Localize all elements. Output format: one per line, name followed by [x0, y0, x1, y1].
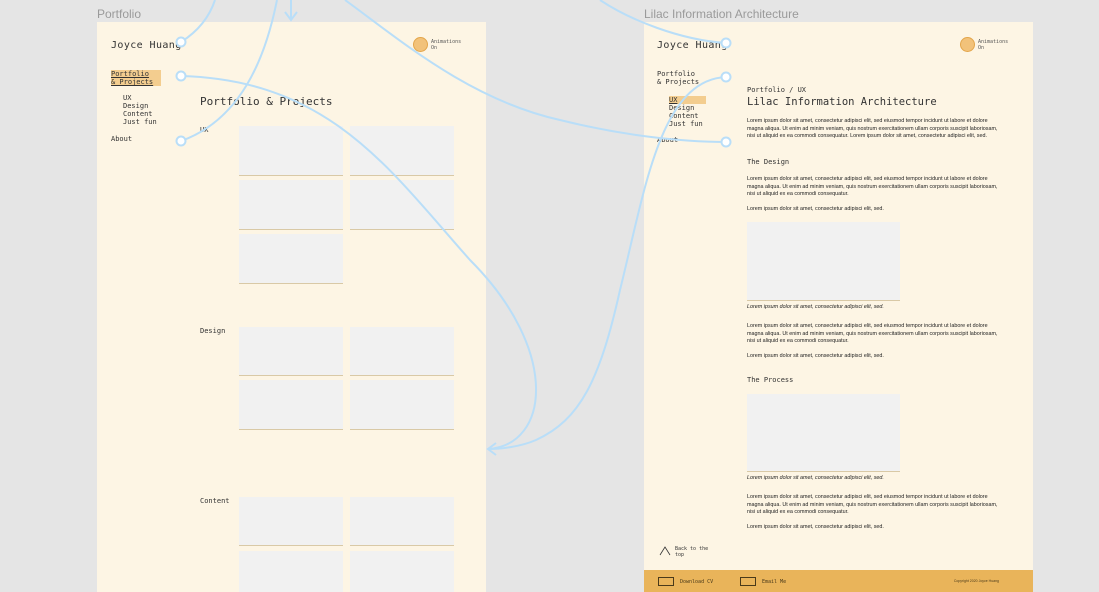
section-label-ux: UX	[200, 126, 209, 134]
project-card[interactable]	[239, 180, 343, 229]
image-caption: Lorem ipsum dolor sit amet, consectetur …	[747, 475, 884, 481]
nav-sub-ux[interactable]: UX	[669, 96, 706, 104]
heading-the-process: The Process	[747, 376, 794, 384]
lilac-frame[interactable]: Joyce Huang Animations On Portfolio & Pr…	[644, 22, 1033, 592]
nav-sub-content[interactable]: Content	[123, 110, 153, 118]
heading-the-design: The Design	[747, 158, 790, 166]
animations-label: Animations On	[978, 38, 1009, 51]
design-paragraph-short: Lorem ipsum dolor sit amet, consectetur …	[747, 206, 884, 212]
logo[interactable]: Joyce Huang	[111, 40, 182, 51]
frame-title-lilac[interactable]: Lilac Information Architecture	[644, 7, 799, 21]
body-paragraph: Lorem ipsum dolor sit amet, consectetur …	[747, 323, 998, 344]
nav-portfolio[interactable]: Portfolio & Projects	[657, 70, 699, 86]
nav-portfolio[interactable]: Portfolio & Projects	[111, 70, 161, 86]
design-paragraph: Lorem ipsum dolor sit amet, consectetur …	[747, 176, 998, 197]
mail-icon	[740, 577, 756, 586]
frame-title-portfolio[interactable]: Portfolio	[97, 7, 141, 21]
project-card[interactable]	[350, 126, 454, 175]
back-to-top-label: Back to the top	[675, 546, 709, 558]
nav-sub-design[interactable]: Design	[123, 102, 148, 110]
section-label-content: Content	[200, 497, 230, 505]
prototype-connection	[284, 11, 298, 22]
project-card[interactable]	[350, 380, 454, 429]
body-paragraph-short: Lorem ipsum dolor sit amet, consectetur …	[747, 353, 884, 359]
prototype-connection	[486, 442, 497, 456]
nav-sub-content[interactable]: Content	[669, 112, 699, 120]
nav-portfolio-line1: Portfolio	[111, 70, 149, 78]
project-card[interactable]	[239, 497, 343, 545]
download-cv-link[interactable]: Download CV	[658, 577, 713, 586]
nav-sub-ux[interactable]: UX	[123, 94, 131, 102]
animations-toggle[interactable]: Animations On	[413, 37, 467, 52]
process-paragraph-short: Lorem ipsum dolor sit amet, consectetur …	[747, 524, 884, 530]
document-icon	[658, 577, 674, 586]
breadcrumb[interactable]: Portfolio / UX	[747, 86, 806, 94]
process-paragraph: Lorem ipsum dolor sit amet, consectetur …	[747, 494, 998, 515]
portfolio-frame[interactable]: Joyce Huang Animations On Portfolio & Pr…	[97, 22, 486, 592]
page-title: Lilac Information Architecture	[747, 96, 937, 108]
nav-sub-just-fun[interactable]: Just fun	[123, 118, 157, 126]
animations-label: Animations On	[431, 38, 462, 51]
project-card[interactable]	[239, 551, 343, 592]
nav-about[interactable]: About	[111, 135, 132, 143]
project-card[interactable]	[350, 180, 454, 229]
animations-icon	[960, 37, 975, 52]
page-title: Portfolio & Projects	[200, 95, 333, 108]
section-label-design: Design	[200, 327, 226, 335]
animations-toggle[interactable]: Animations On	[960, 37, 1014, 52]
nav-about[interactable]: About	[657, 136, 678, 144]
project-card[interactable]	[239, 234, 343, 283]
nav-portfolio-line1: Portfolio	[657, 70, 695, 78]
project-card[interactable]	[350, 327, 454, 375]
footer: Download CV Email Me Copyright 2020 Joyc…	[644, 570, 1033, 592]
nav-portfolio-line2: & Projects	[111, 78, 154, 86]
intro-paragraph: Lorem ipsum dolor sit amet, consectetur …	[747, 118, 998, 139]
project-card[interactable]	[350, 551, 454, 592]
arrow-up-icon	[659, 546, 671, 556]
copyright: Copyright 2020 Joyce Huang	[953, 579, 999, 583]
logo[interactable]: Joyce Huang	[657, 40, 728, 51]
download-cv-label: Download CV	[680, 578, 714, 585]
email-me-label: Email Me	[762, 578, 787, 585]
nav-sub-just-fun[interactable]: Just fun	[669, 120, 703, 128]
back-to-top-link[interactable]: Back to the top	[659, 546, 715, 558]
project-card[interactable]	[350, 497, 454, 545]
image-placeholder	[747, 222, 900, 300]
project-card[interactable]	[239, 327, 343, 375]
animations-icon	[413, 37, 428, 52]
email-me-link[interactable]: Email Me	[740, 577, 786, 586]
project-card[interactable]	[239, 126, 343, 175]
image-caption: Lorem ipsum dolor sit amet, consectetur …	[747, 304, 884, 310]
nav-sub-design[interactable]: Design	[669, 104, 694, 112]
image-placeholder	[747, 394, 900, 471]
nav-portfolio-line2: & Projects	[657, 78, 700, 86]
project-card[interactable]	[239, 380, 343, 429]
